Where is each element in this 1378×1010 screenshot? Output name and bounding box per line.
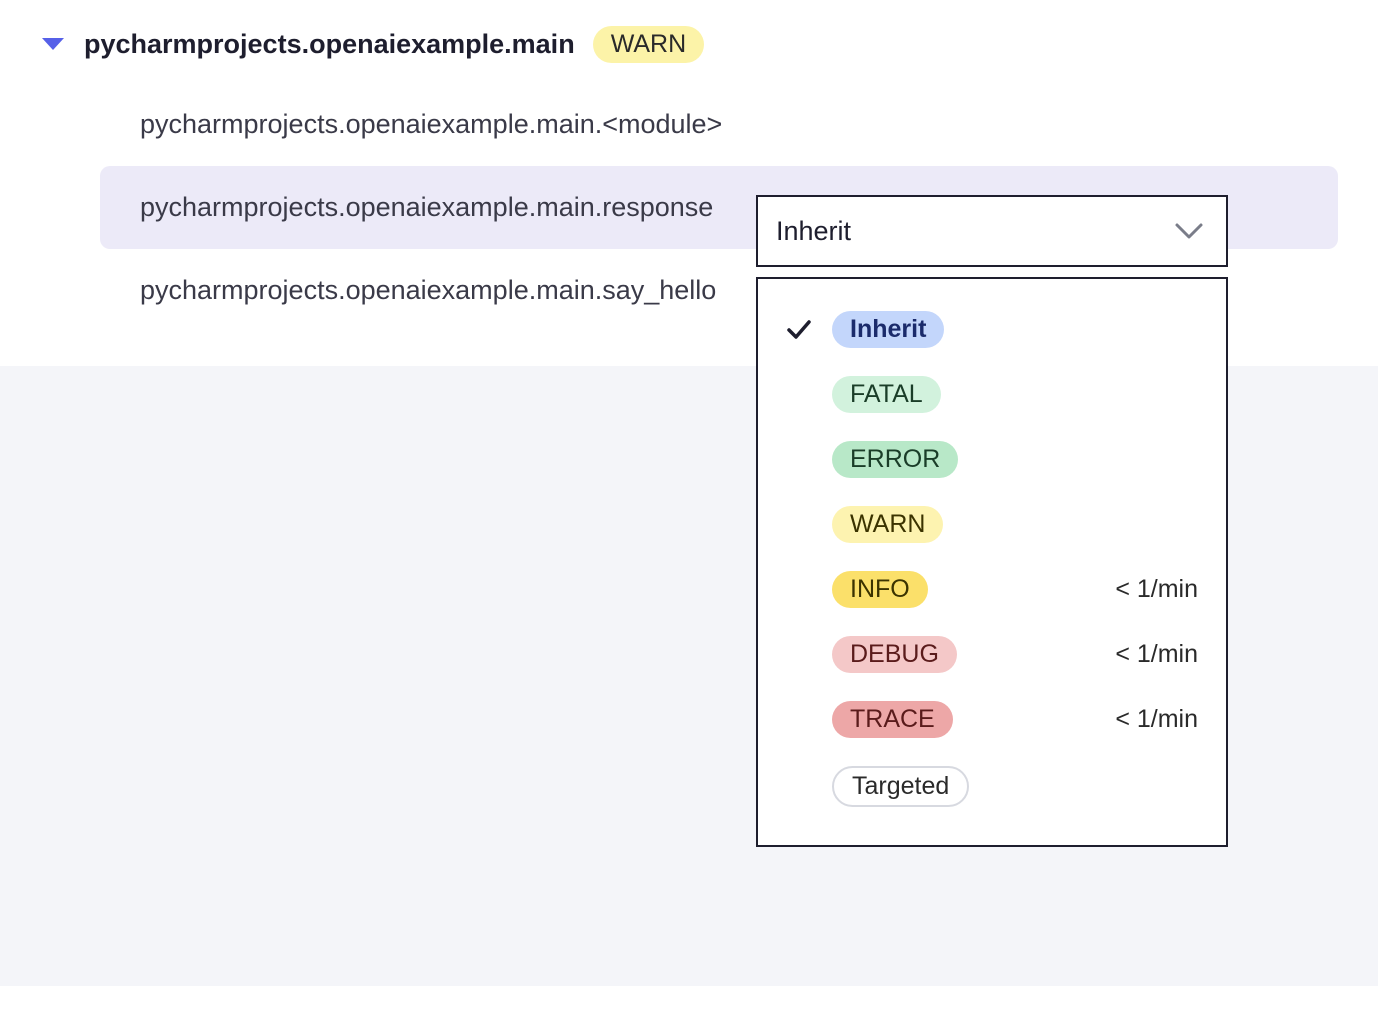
log-level-option[interactable]: Inherit (776, 297, 1208, 362)
log-level-option[interactable]: Targeted (776, 752, 1208, 821)
log-level-pill: DEBUG (832, 636, 957, 673)
log-level-dropdown-panel: Inherit FATAL ERROR WARN INFO < 1/min DEBUG < 1… (756, 277, 1228, 847)
logger-child-label: pycharmprojects.openaiexample.main.say_h… (140, 275, 716, 306)
log-level-pill: WARN (832, 506, 943, 543)
logger-child-row[interactable]: pycharmprojects.openaiexample.main.<modu… (100, 83, 1338, 166)
log-level-option[interactable]: ERROR (776, 427, 1208, 492)
log-rate-label: < 1/min (1115, 640, 1198, 669)
log-level-option[interactable]: INFO < 1/min (776, 557, 1208, 622)
log-level-option[interactable]: DEBUG < 1/min (776, 622, 1208, 687)
log-level-pill: Inherit (832, 311, 944, 348)
logger-child-label: pycharmprojects.openaiexample.main.<modu… (140, 109, 722, 140)
chevron-down-icon (1174, 221, 1204, 241)
log-rate-label: < 1/min (1115, 705, 1198, 734)
logger-child-label: pycharmprojects.openaiexample.main.respo… (140, 192, 713, 223)
log-level-pill: Targeted (832, 766, 969, 807)
logger-name-title: pycharmprojects.openaiexample.main (84, 29, 575, 60)
logger-level-badge: WARN (593, 26, 704, 63)
log-rate-label: < 1/min (1115, 575, 1198, 604)
log-level-pill: TRACE (832, 701, 953, 738)
expand-collapse-icon[interactable] (40, 36, 66, 54)
log-level-pill: INFO (832, 571, 928, 608)
log-level-select[interactable]: Inherit (756, 195, 1228, 267)
log-level-pill: FATAL (832, 376, 941, 413)
log-level-pill: ERROR (832, 441, 958, 478)
logger-header-row: pycharmprojects.openaiexample.main WARN (40, 20, 1338, 83)
log-level-option[interactable]: WARN (776, 492, 1208, 557)
log-level-selector: Inherit Inherit FATAL ERROR WARN INFO < 1/min… (756, 195, 1228, 847)
log-level-option[interactable]: FATAL (776, 362, 1208, 427)
checkmark-icon (782, 319, 816, 341)
log-level-option[interactable]: TRACE < 1/min (776, 687, 1208, 752)
log-level-select-value: Inherit (776, 216, 851, 247)
